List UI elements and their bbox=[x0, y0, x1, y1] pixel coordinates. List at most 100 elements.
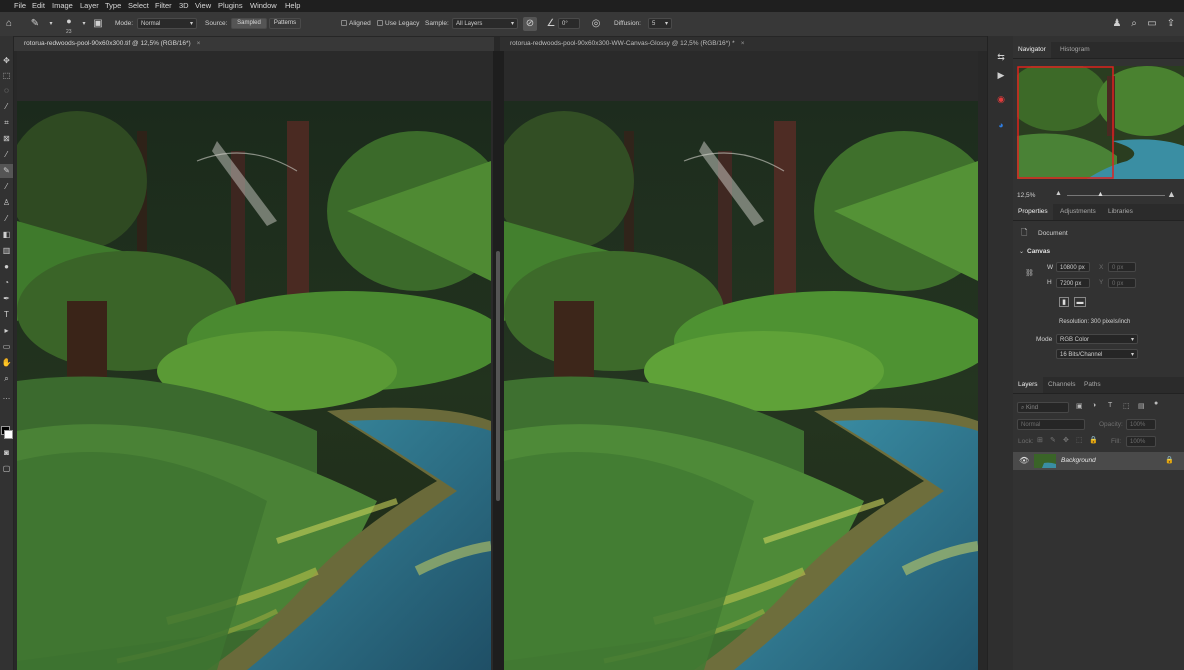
brush-settings-icon[interactable]: ▣ bbox=[91, 17, 105, 31]
menu-plugins[interactable]: Plugins bbox=[218, 1, 243, 10]
menu-layer[interactable]: Layer bbox=[80, 1, 99, 10]
generator-icon[interactable]: ◕ bbox=[994, 118, 1008, 132]
workspace-icon[interactable]: ▭ bbox=[1145, 17, 1159, 31]
blend-mode-dropdown[interactable]: Normal bbox=[1017, 419, 1085, 430]
lock-transparent-icon[interactable]: ⊞ bbox=[1037, 436, 1043, 444]
path-select-tool-icon[interactable]: ▸ bbox=[0, 324, 13, 338]
more-tools-icon[interactable]: … bbox=[0, 390, 13, 404]
tab-document-2[interactable]: rotorua-redwoods-pool-90x60x300-WW-Canva… bbox=[500, 37, 987, 51]
fill-field[interactable]: 100% bbox=[1126, 436, 1156, 447]
lock-position-icon[interactable]: ✥ bbox=[1063, 436, 1069, 444]
filter-pixel-icon[interactable]: ▣ bbox=[1076, 402, 1083, 410]
chevron-down-icon[interactable]: ▾ bbox=[44, 17, 58, 31]
width-field[interactable]: 10800 px bbox=[1056, 262, 1090, 272]
share-icon[interactable]: ♟ bbox=[1110, 17, 1124, 31]
clone-stamp-tool-icon[interactable]: ♙ bbox=[0, 196, 13, 210]
tab-libraries[interactable]: Libraries bbox=[1103, 204, 1138, 220]
navigator-zoom-value[interactable]: 12,5% bbox=[1017, 192, 1035, 199]
eyedropper-tool-icon[interactable]: ⁄ bbox=[0, 148, 13, 162]
color-mode-dropdown[interactable]: RGB Color ▾ bbox=[1056, 334, 1138, 344]
tab-histogram[interactable]: Histogram bbox=[1055, 42, 1095, 58]
visibility-eye-icon[interactable]: 👁 bbox=[1019, 456, 1029, 465]
zoom-tool-icon[interactable]: ⌕ bbox=[0, 372, 13, 386]
pressure-size-icon[interactable]: ◎ bbox=[589, 17, 603, 31]
sample-dropdown[interactable]: All Layers ▾ bbox=[452, 18, 518, 29]
zoom-out-icon[interactable]: ▲ bbox=[1055, 190, 1062, 197]
landscape-orientation-icon[interactable]: ▬ bbox=[1074, 297, 1086, 307]
close-tab-icon[interactable]: × bbox=[741, 40, 745, 47]
use-legacy-checkbox[interactable] bbox=[377, 20, 383, 26]
eraser-tool-icon[interactable]: ◧ bbox=[0, 228, 13, 242]
lock-all-icon[interactable]: 🔒 bbox=[1089, 436, 1098, 444]
layer-row[interactable]: 👁 Background 🔒 bbox=[1013, 452, 1184, 470]
healing-brush-tool-icon[interactable]: ✎ bbox=[28, 17, 42, 31]
close-tab-icon[interactable]: × bbox=[197, 40, 201, 47]
filter-toggle-icon[interactable]: ● bbox=[1154, 400, 1158, 407]
filter-adjustment-icon[interactable]: ◑ bbox=[1092, 402, 1096, 409]
filter-smart-object-icon[interactable]: ▤ bbox=[1138, 402, 1145, 410]
menu-window[interactable]: Window bbox=[250, 1, 277, 10]
share-export-icon[interactable]: ⇪ bbox=[1164, 17, 1178, 31]
menu-view[interactable]: View bbox=[195, 1, 211, 10]
mode-dropdown[interactable]: Normal ▾ bbox=[137, 18, 197, 29]
background-color-swatch[interactable] bbox=[4, 430, 13, 439]
tab-channels[interactable]: Channels bbox=[1043, 377, 1080, 393]
history-icon[interactable]: ⇆ bbox=[994, 50, 1008, 64]
menu-3d[interactable]: 3D bbox=[179, 1, 189, 10]
link-dimensions-icon[interactable]: ⛓ bbox=[1025, 269, 1034, 277]
frame-tool-icon[interactable]: ⊠ bbox=[0, 132, 13, 146]
source-patterns-button[interactable]: Patterns bbox=[269, 18, 301, 29]
angle-field[interactable]: 0° bbox=[558, 18, 580, 29]
plugin-icon[interactable]: ◉ bbox=[994, 92, 1008, 106]
hand-tool-icon[interactable]: ✋ bbox=[0, 356, 13, 370]
lasso-tool-icon[interactable]: ◌ bbox=[0, 84, 13, 98]
menu-type[interactable]: Type bbox=[105, 1, 121, 10]
menu-select[interactable]: Select bbox=[128, 1, 149, 10]
chevron-down-icon[interactable]: ⌄ bbox=[1019, 248, 1024, 255]
portrait-orientation-icon[interactable]: ▮ bbox=[1059, 297, 1069, 307]
pen-tool-icon[interactable]: ✒ bbox=[0, 292, 13, 306]
actions-play-icon[interactable]: ▶ bbox=[994, 68, 1008, 82]
home-icon[interactable]: ⌂ bbox=[2, 17, 16, 31]
healing-brush-tool-icon[interactable]: ✎ bbox=[0, 164, 13, 178]
dodge-tool-icon[interactable]: ◔ bbox=[0, 276, 13, 290]
pane-1-scrollbar[interactable] bbox=[493, 51, 504, 670]
tab-properties[interactable]: Properties bbox=[1013, 204, 1053, 220]
menu-help[interactable]: Help bbox=[285, 1, 300, 10]
crop-tool-icon[interactable]: ⌗ bbox=[0, 116, 13, 130]
zoom-slider[interactable] bbox=[1067, 195, 1165, 196]
quick-mask-icon[interactable]: ◙ bbox=[0, 446, 13, 460]
document-canvas-2[interactable] bbox=[504, 51, 978, 670]
move-tool-icon[interactable]: ✥ bbox=[0, 54, 13, 68]
screen-mode-icon[interactable]: ▢ bbox=[0, 462, 13, 476]
filter-shape-icon[interactable]: ⬚ bbox=[1123, 402, 1130, 410]
aligned-checkbox[interactable] bbox=[341, 20, 347, 26]
diffusion-dropdown[interactable]: 5 ▾ bbox=[648, 18, 672, 29]
brush-preset-icon[interactable]: ● bbox=[62, 14, 76, 28]
zoom-slider-thumb[interactable]: ▲ bbox=[1097, 191, 1104, 198]
menu-image[interactable]: Image bbox=[52, 1, 73, 10]
filter-type-icon[interactable]: T bbox=[1108, 402, 1112, 409]
ignore-adjustment-layers-icon[interactable]: ⊘ bbox=[523, 17, 537, 31]
source-sampled-button[interactable]: Sampled bbox=[231, 18, 267, 29]
scrollbar-thumb[interactable] bbox=[496, 251, 500, 501]
history-brush-tool-icon[interactable]: ⁄ bbox=[0, 212, 13, 226]
menu-edit[interactable]: Edit bbox=[32, 1, 45, 10]
gradient-tool-icon[interactable]: ▥ bbox=[0, 244, 13, 258]
tab-paths[interactable]: Paths bbox=[1079, 377, 1106, 393]
lock-artboard-icon[interactable]: ⬚ bbox=[1076, 436, 1083, 444]
tab-layers[interactable]: Layers bbox=[1013, 377, 1043, 393]
search-icon[interactable]: ⌕ bbox=[1127, 17, 1141, 31]
tab-navigator[interactable]: Navigator bbox=[1013, 42, 1051, 58]
tab-adjustments[interactable]: Adjustments bbox=[1055, 204, 1101, 220]
quick-select-tool-icon[interactable]: ⁄ bbox=[0, 100, 13, 114]
rectangle-tool-icon[interactable]: ▭ bbox=[0, 340, 13, 354]
chevron-down-icon[interactable]: ▾ bbox=[77, 17, 91, 31]
blur-tool-icon[interactable]: ● bbox=[0, 260, 13, 274]
bit-depth-dropdown[interactable]: 16 Bits/Channel ▾ bbox=[1056, 349, 1138, 359]
lock-image-icon[interactable]: ✎ bbox=[1050, 436, 1056, 444]
layer-filter-kind[interactable]: ⌕ Kind bbox=[1017, 402, 1069, 413]
brush-tool-icon[interactable]: ⁄ bbox=[0, 180, 13, 194]
menu-filter[interactable]: Filter bbox=[155, 1, 172, 10]
menu-file[interactable]: File bbox=[14, 1, 26, 10]
